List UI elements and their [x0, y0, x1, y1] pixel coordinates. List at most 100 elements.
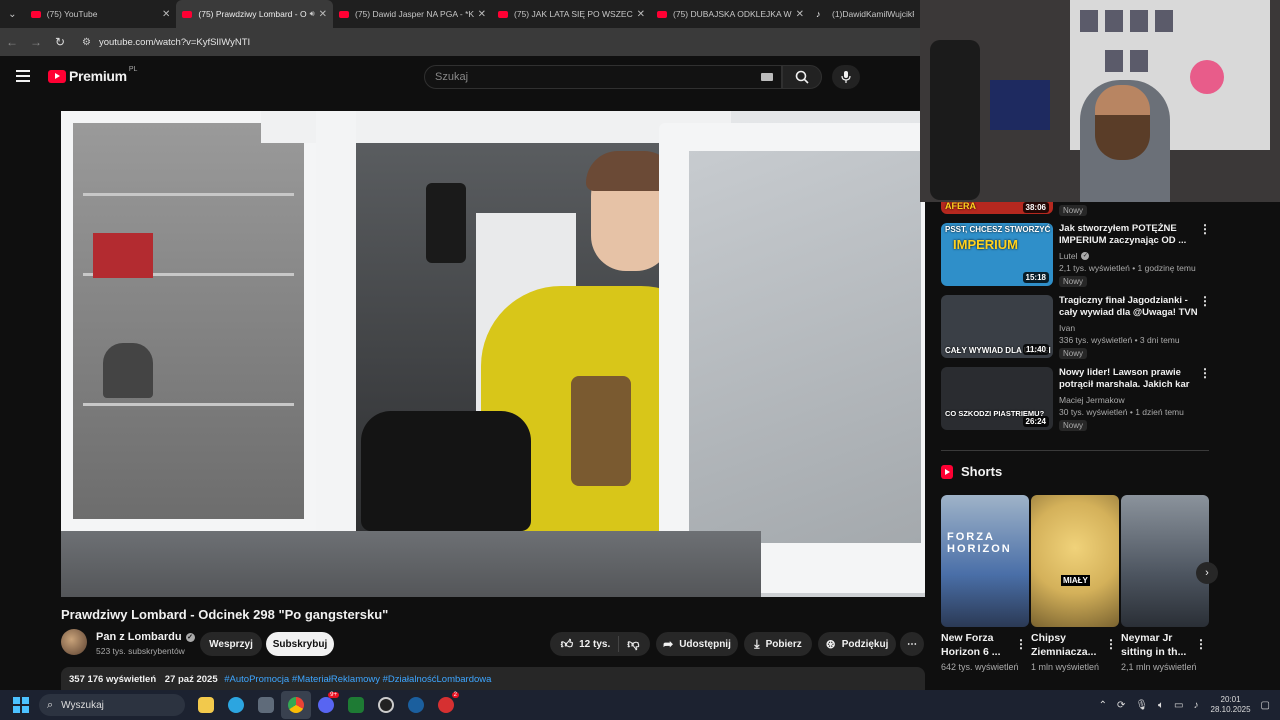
keyboard-icon[interactable] [761, 73, 773, 81]
video-title: Prawdziwy Lombard - Odcinek 298 "Po gang… [61, 607, 389, 622]
channel-name-row[interactable]: Pan z Lombardu ✓ [96, 631, 195, 643]
short-item[interactable]: FORZA HORIZON New Forza Horizon 6 ... 64… [941, 495, 1029, 673]
dislike-icon[interactable]: 👎︎ [627, 637, 639, 652]
video-duration: 26:24 [1022, 416, 1049, 427]
share-button[interactable]: ➦ Udostępnij [656, 632, 738, 656]
subscriber-count: 523 tys. subskrybentów [96, 646, 185, 656]
sync-icon[interactable]: ⟳ [1117, 700, 1125, 711]
browser-tab[interactable]: (75) DUBAJSKA ODKLEJKA WER ✕ [651, 0, 810, 28]
browser-tab[interactable]: (75) JAK LATA SIĘ PO WSZECHŚ ✕ [492, 0, 651, 28]
close-icon[interactable]: ✕ [478, 9, 486, 20]
recommendation-title[interactable]: Tragiczny finał Jagodzianki - cały wywia… [1059, 295, 1199, 319]
browser-tab[interactable]: (75) YouTube ✕ [25, 0, 177, 28]
video-thumbnail[interactable]: PSST, CHCESZ STWORZYĆ IMPERIUM 15:18 [941, 223, 1053, 286]
browser-tab-active[interactable]: (75) Prawdziwy Lombard - O 🔊︎ ✕ [176, 0, 333, 28]
short-thumbnail[interactable] [1121, 495, 1209, 627]
download-button[interactable]: ⤓ Pobierz [744, 632, 812, 656]
back-icon[interactable]: ← [0, 35, 24, 49]
short-item[interactable]: Neymar Jr sitting in th... 2,1 mln wyświ… [1121, 495, 1209, 673]
support-button[interactable]: Wesprzyj [200, 632, 262, 656]
short-thumbnail[interactable]: MIAŁY [1031, 495, 1119, 627]
clock[interactable]: 20:01 28.10.2025 [1211, 695, 1251, 715]
youtube-icon [657, 10, 667, 18]
more-vert-icon[interactable]: ⋮ [1195, 637, 1207, 651]
edge-icon[interactable] [221, 691, 251, 719]
recommendation-channel[interactable]: Ivan [1059, 323, 1075, 333]
close-icon[interactable]: ✕ [162, 9, 170, 20]
hashtags[interactable]: #AutoPromocja #MateriałReklamowy #Działa… [224, 674, 491, 685]
channel-name[interactable]: Maciej Jermakow [1059, 395, 1125, 405]
browser-tab[interactable]: ♪ (1)DawidKamilWujcikF [810, 0, 920, 28]
channel-name[interactable]: Pan z Lombardu [96, 631, 182, 643]
browser-tab[interactable]: (75) Dawid Jasper NA PGA - *K ✕ [333, 0, 492, 28]
youtube-icon [48, 69, 66, 83]
short-thumbnail[interactable]: FORZA HORIZON [941, 495, 1029, 627]
terminal-icon[interactable] [341, 691, 371, 719]
like-count[interactable]: 12 tys. [579, 639, 610, 650]
more-vert-icon[interactable]: ⋮ [1015, 637, 1027, 651]
chevron-up-icon[interactable]: ⌃ [1099, 700, 1107, 711]
store-icon[interactable] [251, 691, 281, 719]
file-explorer-icon[interactable] [191, 691, 221, 719]
speaker-icon[interactable]: ♪ [1194, 700, 1199, 711]
channel-avatar[interactable] [61, 629, 87, 655]
short-title[interactable]: Neymar Jr sitting in th... [1121, 631, 1191, 659]
more-vert-icon[interactable]: ⋮ [1199, 295, 1211, 307]
channel-name[interactable]: Ivan [1059, 323, 1075, 333]
shorts-header: Shorts [941, 464, 1002, 479]
menu-icon[interactable] [16, 70, 30, 82]
search-button[interactable] [782, 65, 822, 89]
speaker-icon[interactable]: 🔊︎ [310, 9, 315, 19]
recommendation-channel[interactable]: Lutel ✓ [1059, 251, 1090, 261]
taskbar-search[interactable]: ⌕ Wyszukaj [39, 694, 185, 716]
forward-icon[interactable]: → [24, 35, 48, 49]
short-views: 642 tys. wyświetleń [941, 662, 1019, 672]
short-title[interactable]: New Forza Horizon 6 ... [941, 631, 1011, 659]
network-icon[interactable]: ▭ [1174, 700, 1183, 711]
channel-name[interactable]: Lutel [1059, 251, 1077, 261]
recommendation-item[interactable]: CAŁY WYWIAD DLA UWAGI 11:40 Tragiczny fi… [941, 295, 1211, 359]
webcam-frame [1095, 115, 1150, 160]
subscribe-button[interactable]: Subskrybuj [266, 632, 334, 656]
more-vert-icon[interactable]: ⋮ [1199, 367, 1211, 379]
reload-icon[interactable]: ↻ [48, 35, 72, 49]
more-actions-button[interactable]: ⋯ [900, 632, 924, 656]
windows-start-icon[interactable] [13, 697, 29, 713]
close-icon[interactable]: ✕ [319, 9, 327, 20]
short-item[interactable]: MIAŁY Chipsy Ziemniacza... 1 mln wyświet… [1031, 495, 1119, 673]
voice-search-button[interactable] [832, 65, 860, 89]
recommendation-title[interactable]: Nowy lider! Lawson prawie potrącił marsh… [1059, 367, 1199, 391]
thanks-label: Podziękuj [841, 638, 889, 650]
microphone-icon[interactable]: 🎙︎ [1135, 700, 1148, 711]
site-settings-icon[interactable]: ⚙ [82, 37, 91, 48]
video-thumbnail[interactable]: CO SZKODZI PIASTRIEMU? 26:24 [941, 367, 1053, 430]
more-vert-icon[interactable]: ⋮ [1105, 637, 1117, 651]
like-icon[interactable]: 👍︎ [561, 637, 574, 652]
tab-search-dropdown-icon[interactable]: ⌄ [0, 0, 25, 28]
discord-icon[interactable]: 9+ [311, 691, 341, 719]
volume-icon[interactable]: 🔈︎ [1158, 700, 1164, 711]
youtube-premium-logo[interactable]: Premium PL [48, 66, 137, 84]
address-bar[interactable]: ⚙ youtube.com/watch?v=KyfSlIWyNTI [76, 30, 920, 54]
recommendation-item[interactable]: CO SZKODZI PIASTRIEMU? 26:24 Nowy lider!… [941, 367, 1211, 431]
shorts-next-button[interactable]: › [1196, 562, 1218, 584]
close-icon[interactable]: ✕ [796, 9, 804, 20]
obs-icon[interactable] [371, 691, 401, 719]
thanks-button[interactable]: ⊛ Podziękuj [818, 632, 896, 656]
recommendation-title[interactable]: Jak stworzyłem POTĘŻNE IMPERIUM zaczynaj… [1059, 223, 1199, 247]
recommendation-item[interactable]: PSST, CHCESZ STWORZYĆ IMPERIUM 15:18 Jak… [941, 223, 1211, 287]
chrome-icon[interactable] [281, 691, 311, 719]
video-player[interactable] [61, 111, 925, 597]
notifications-icon[interactable]: ▢ [1261, 700, 1270, 711]
short-title[interactable]: Chipsy Ziemniacza... [1031, 631, 1101, 659]
search-input[interactable]: Szukaj [424, 65, 782, 89]
more-vert-icon[interactable]: ⋮ [1199, 223, 1211, 235]
video-thumbnail[interactable]: CAŁY WYWIAD DLA UWAGI 11:40 [941, 295, 1053, 358]
new-badge: Nowy [1059, 348, 1088, 359]
video-thumbnail[interactable]: AFERA 38:06 [941, 202, 1053, 214]
close-icon[interactable]: ✕ [637, 9, 645, 20]
share-label: Udostępnij [679, 638, 731, 650]
steam-icon[interactable] [401, 691, 431, 719]
recommendation-channel[interactable]: Maciej Jermakow [1059, 395, 1125, 405]
app-icon[interactable]: 2 [431, 691, 461, 719]
